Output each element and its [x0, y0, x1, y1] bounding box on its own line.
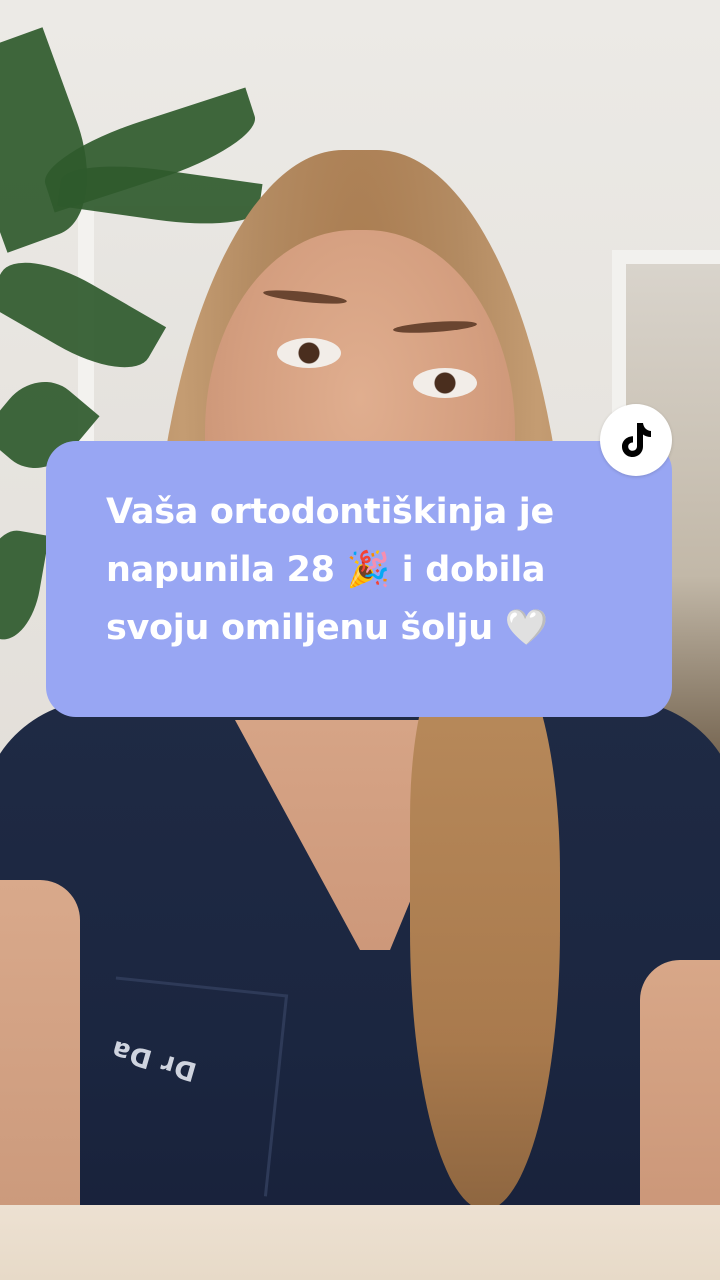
- caption-line-3: svoju omiljenu šolju 🤍: [106, 608, 549, 648]
- caption-line-1: Vaša ortodontiškinja je: [106, 492, 554, 532]
- caption-line-2: napunila 28 🎉 i dobila: [106, 550, 546, 590]
- hair-strand: [410, 650, 560, 1210]
- caption-text: Vaša ortodontiškinja je napunila 28 🎉 i …: [106, 483, 612, 657]
- caption-card: Vaša ortodontiškinja je napunila 28 🎉 i …: [46, 441, 672, 717]
- desk: [0, 1205, 720, 1280]
- tiktok-logo-badge[interactable]: [600, 404, 672, 476]
- tiktok-logo-icon: [622, 423, 651, 457]
